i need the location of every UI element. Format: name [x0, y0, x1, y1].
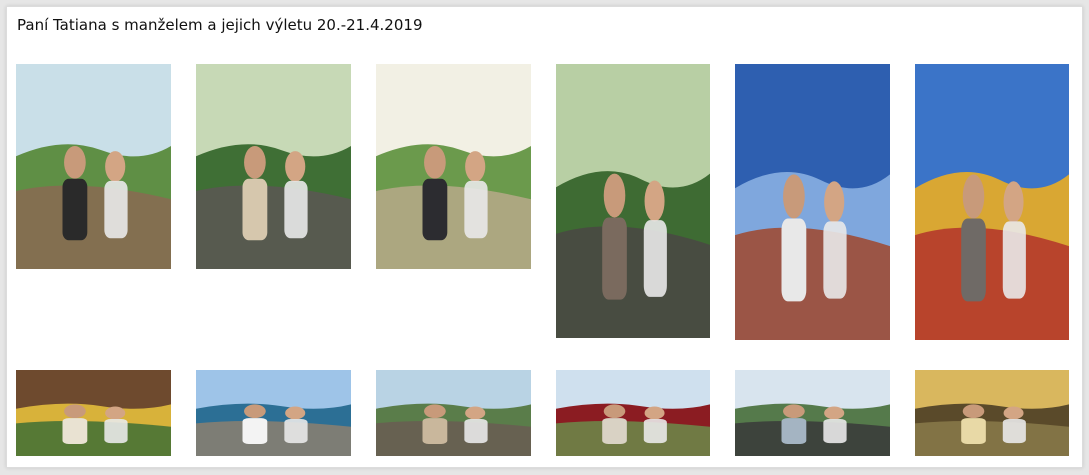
photo-2[interactable]	[196, 64, 351, 269]
photo-image	[915, 64, 1069, 340]
photo-11[interactable]	[735, 370, 890, 456]
gallery-panel: Paní Tatiana s manželem a jejich výletu …	[6, 6, 1083, 468]
photo-8[interactable]	[196, 370, 351, 456]
photo-image	[556, 64, 710, 338]
photo-3[interactable]	[376, 64, 531, 269]
photo-image	[196, 64, 351, 269]
photo-12[interactable]	[915, 370, 1069, 456]
photo-10[interactable]	[556, 370, 710, 456]
photo-image	[196, 370, 351, 456]
photo-image	[16, 370, 171, 456]
photo-image	[16, 64, 171, 269]
photo-9[interactable]	[376, 370, 531, 456]
photo-5[interactable]	[735, 64, 890, 340]
photo-image	[735, 370, 890, 456]
photo-image	[556, 370, 710, 456]
photo-image	[376, 370, 531, 456]
photo-4[interactable]	[556, 64, 710, 338]
photo-6[interactable]	[915, 64, 1069, 340]
photo-7[interactable]	[16, 370, 171, 456]
gallery-title: Paní Tatiana s manželem a jejich výletu …	[17, 16, 423, 34]
photo-image	[915, 370, 1069, 456]
photo-image	[376, 64, 531, 269]
photo-1[interactable]	[16, 64, 171, 269]
photo-image	[735, 64, 890, 340]
